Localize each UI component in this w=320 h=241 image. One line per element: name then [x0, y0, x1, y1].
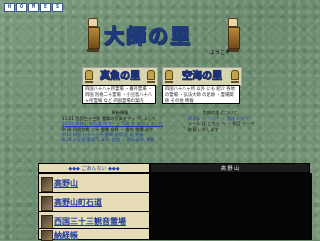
nav-tile-m[interactable]: M [28, 3, 39, 12]
bell-icon [85, 70, 93, 83]
menu-item-label[interactable]: 西国三十三観音霊場 [54, 216, 126, 227]
section-banner-right[interactable]: 空海の里 [162, 67, 242, 86]
menu-item-label[interactable]: 高野山 [54, 178, 78, 189]
nav-tile-o[interactable]: O [16, 3, 27, 12]
news-item-link[interactable]: 10/15 高野山 町石道 のページ 写真 を 追加 しました [62, 121, 172, 126]
menu-item-label[interactable]: 納経帳 [54, 230, 78, 241]
menu-item-koyasan[interactable]: 高野山 [38, 173, 150, 193]
statue-icon [87, 18, 100, 52]
statue-icon [227, 18, 240, 52]
section-title-right: 空海の里 [182, 71, 223, 83]
menu-item-nokyocho[interactable]: 納経帳 [38, 228, 150, 241]
section-banner-left[interactable]: 真魚の里 [82, 67, 158, 86]
panel-header: 高 野 山 [150, 163, 310, 173]
nav-tile-h[interactable]: H [4, 3, 15, 12]
about-line: 歓迎 いたします [188, 126, 219, 132]
bell-icon [147, 70, 155, 83]
bell-icon [231, 70, 239, 83]
menu-item-choishimichi[interactable]: 高野山町石道 [38, 192, 150, 212]
bell-icon [165, 70, 173, 83]
top-nav: H O M E S [4, 3, 63, 12]
site-title-banner: 大師の里 ようこそ [87, 14, 240, 56]
section-description-right: 四国八十八ヶ所 以外 にも 紹介 各地の霊場 ・弘法大師 の足跡 ・霊場関係 そ… [162, 85, 240, 104]
about-list: 掲示板 ・ リンク ・ 管理人 紹介 メール は こちら へ ・ 相互 リンク … [188, 116, 260, 132]
section-description-left: 四国八十八ヶ所霊場 ・番外霊場 ・四国 別格二十霊場 ・小豆島八十八ヶ所霊場 な… [82, 85, 156, 104]
nav-tile-e[interactable]: E [40, 3, 51, 12]
news-list: 11/21 西国三十三所 霊場の写真をアップしました 10/15 高野山 町石道… [62, 116, 172, 142]
about-line: メール は こちら へ ・ 相互 リンク [188, 121, 255, 127]
menu-header: ◆◆◆ ごあんない ◆◆◆ [38, 163, 150, 173]
thumbnail-icon [41, 196, 53, 211]
welcome-text: ようこそ [210, 50, 231, 56]
menu-item-label[interactable]: 高野山町石道 [54, 197, 102, 208]
content-panel [150, 173, 312, 240]
site-title: 大師の里 [103, 23, 192, 48]
section-title-left: 真魚の里 [100, 71, 141, 83]
news-item-link[interactable]: 8/28 小豆島 霊場 写真 の 追加 ・ 掲示板 の 更新 [62, 137, 172, 142]
nav-tile-s[interactable]: S [52, 3, 63, 12]
thumbnail-icon [41, 177, 53, 192]
thumbnail-icon [41, 230, 53, 241]
